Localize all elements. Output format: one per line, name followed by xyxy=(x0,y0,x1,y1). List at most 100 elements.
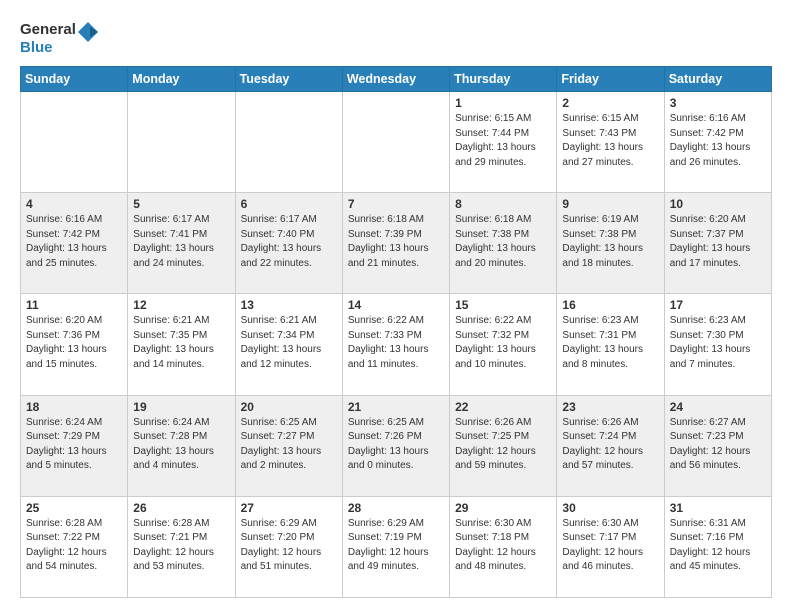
calendar-cell: 15 Sunrise: 6:22 AM Sunset: 7:32 PM Dayli… xyxy=(450,294,557,395)
day-number: 31 xyxy=(670,501,766,515)
weekday-header-sunday: Sunday xyxy=(21,67,128,92)
calendar-cell: 2 Sunrise: 6:15 AM Sunset: 7:43 PM Daylig… xyxy=(557,92,664,193)
day-number: 17 xyxy=(670,298,766,312)
day-number: 3 xyxy=(670,96,766,110)
day-number: 5 xyxy=(133,197,229,211)
calendar-cell: 23 Sunrise: 6:26 AM Sunset: 7:24 PM Dayli… xyxy=(557,395,664,496)
calendar-cell: 4Sunrise: 6:16 AM Sunset: 7:42 PM Daylig… xyxy=(21,193,128,294)
day-number: 20 xyxy=(241,400,337,414)
day-info: Sunrise: 6:26 AM Sunset: 7:24 PM Dayligh… xyxy=(562,416,658,474)
day-info: Sunrise: 6:29 AM Sunset: 7:20 PM Dayligh… xyxy=(241,517,337,575)
day-info: Sunrise: 6:30 AM Sunset: 7:18 PM Dayligh… xyxy=(455,517,551,575)
day-number: 10 xyxy=(670,197,766,211)
weekday-header-thursday: Thursday xyxy=(450,67,557,92)
logo: General Blue xyxy=(20,18,100,56)
day-info: Sunrise: 6:28 AM Sunset: 7:22 PM Dayligh… xyxy=(26,517,122,575)
day-number: 14 xyxy=(348,298,444,312)
day-info: Sunrise: 6:19 AM Sunset: 7:38 PM Dayligh… xyxy=(562,213,658,271)
calendar-cell: 20 Sunrise: 6:25 AM Sunset: 7:27 PM Dayli… xyxy=(235,395,342,496)
calendar-week-row: 25 Sunrise: 6:28 AM Sunset: 7:22 PM Dayli… xyxy=(21,496,772,597)
day-info: Sunrise: 6:16 AM Sunset: 7:42 PM Dayligh… xyxy=(670,112,766,170)
day-info: Sunrise: 6:27 AM Sunset: 7:23 PM Dayligh… xyxy=(670,416,766,474)
day-number: 24 xyxy=(670,400,766,414)
day-number: 12 xyxy=(133,298,229,312)
day-number: 26 xyxy=(133,501,229,515)
calendar-cell: 10 Sunrise: 6:20 AM Sunset: 7:37 PM Dayli… xyxy=(664,193,771,294)
day-info: Sunrise: 6:31 AM Sunset: 7:16 PM Dayligh… xyxy=(670,517,766,575)
day-number: 11 xyxy=(26,298,122,312)
calendar-cell: 16 Sunrise: 6:23 AM Sunset: 7:31 PM Dayli… xyxy=(557,294,664,395)
day-number: 22 xyxy=(455,400,551,414)
day-info: Sunrise: 6:28 AM Sunset: 7:21 PM Dayligh… xyxy=(133,517,229,575)
calendar-cell: 19 Sunrise: 6:24 AM Sunset: 7:28 PM Dayli… xyxy=(128,395,235,496)
calendar-cell: 9Sunrise: 6:19 AM Sunset: 7:38 PM Daylig… xyxy=(557,193,664,294)
day-number: 30 xyxy=(562,501,658,515)
calendar-cell: 27 Sunrise: 6:29 AM Sunset: 7:20 PM Dayli… xyxy=(235,496,342,597)
calendar-cell xyxy=(342,92,449,193)
page: General Blue SundayMondayTuesdayWednesda… xyxy=(0,0,792,612)
calendar-cell xyxy=(21,92,128,193)
day-info: Sunrise: 6:24 AM Sunset: 7:29 PM Dayligh… xyxy=(26,416,122,474)
day-number: 6 xyxy=(241,197,337,211)
calendar-cell xyxy=(235,92,342,193)
svg-text:General: General xyxy=(20,21,76,38)
weekday-header-saturday: Saturday xyxy=(664,67,771,92)
day-number: 7 xyxy=(348,197,444,211)
calendar-table: SundayMondayTuesdayWednesdayThursdayFrid… xyxy=(20,66,772,598)
calendar-cell: 18 Sunrise: 6:24 AM Sunset: 7:29 PM Dayli… xyxy=(21,395,128,496)
day-number: 2 xyxy=(562,96,658,110)
day-number: 8 xyxy=(455,197,551,211)
day-number: 13 xyxy=(241,298,337,312)
calendar-cell: 21Sunrise: 6:25 AM Sunset: 7:26 PM Dayli… xyxy=(342,395,449,496)
day-info: Sunrise: 6:20 AM Sunset: 7:36 PM Dayligh… xyxy=(26,314,122,372)
day-info: Sunrise: 6:25 AM Sunset: 7:27 PM Dayligh… xyxy=(241,416,337,474)
day-number: 27 xyxy=(241,501,337,515)
calendar-cell: 22 Sunrise: 6:26 AM Sunset: 7:25 PM Dayli… xyxy=(450,395,557,496)
weekday-header-wednesday: Wednesday xyxy=(342,67,449,92)
header: General Blue xyxy=(20,18,772,56)
day-info: Sunrise: 6:22 AM Sunset: 7:32 PM Dayligh… xyxy=(455,314,551,372)
calendar-cell: 5 Sunrise: 6:17 AM Sunset: 7:41 PM Daylig… xyxy=(128,193,235,294)
day-number: 19 xyxy=(133,400,229,414)
day-info: Sunrise: 6:23 AM Sunset: 7:30 PM Dayligh… xyxy=(670,314,766,372)
calendar-week-row: 18 Sunrise: 6:24 AM Sunset: 7:29 PM Dayli… xyxy=(21,395,772,496)
svg-text:Blue: Blue xyxy=(20,39,53,56)
day-info: Sunrise: 6:23 AM Sunset: 7:31 PM Dayligh… xyxy=(562,314,658,372)
calendar-cell: 24 Sunrise: 6:27 AM Sunset: 7:23 PM Dayli… xyxy=(664,395,771,496)
calendar-cell: 13Sunrise: 6:21 AM Sunset: 7:34 PM Dayli… xyxy=(235,294,342,395)
day-number: 23 xyxy=(562,400,658,414)
calendar-cell: 11 Sunrise: 6:20 AM Sunset: 7:36 PM Dayli… xyxy=(21,294,128,395)
day-info: Sunrise: 6:15 AM Sunset: 7:44 PM Dayligh… xyxy=(455,112,551,170)
day-info: Sunrise: 6:15 AM Sunset: 7:43 PM Dayligh… xyxy=(562,112,658,170)
day-info: Sunrise: 6:29 AM Sunset: 7:19 PM Dayligh… xyxy=(348,517,444,575)
day-number: 25 xyxy=(26,501,122,515)
day-info: Sunrise: 6:30 AM Sunset: 7:17 PM Dayligh… xyxy=(562,517,658,575)
day-info: Sunrise: 6:25 AM Sunset: 7:26 PM Dayligh… xyxy=(348,416,444,474)
day-info: Sunrise: 6:18 AM Sunset: 7:39 PM Dayligh… xyxy=(348,213,444,271)
weekday-header-row: SundayMondayTuesdayWednesdayThursdayFrid… xyxy=(21,67,772,92)
calendar-cell: 6Sunrise: 6:17 AM Sunset: 7:40 PM Daylig… xyxy=(235,193,342,294)
day-number: 16 xyxy=(562,298,658,312)
day-info: Sunrise: 6:20 AM Sunset: 7:37 PM Dayligh… xyxy=(670,213,766,271)
day-info: Sunrise: 6:24 AM Sunset: 7:28 PM Dayligh… xyxy=(133,416,229,474)
day-number: 1 xyxy=(455,96,551,110)
calendar-cell: 29 Sunrise: 6:30 AM Sunset: 7:18 PM Dayli… xyxy=(450,496,557,597)
day-number: 18 xyxy=(26,400,122,414)
calendar-cell: 3 Sunrise: 6:16 AM Sunset: 7:42 PM Daylig… xyxy=(664,92,771,193)
day-number: 4 xyxy=(26,197,122,211)
calendar-cell: 30 Sunrise: 6:30 AM Sunset: 7:17 PM Dayli… xyxy=(557,496,664,597)
calendar-cell: 12Sunrise: 6:21 AM Sunset: 7:35 PM Dayli… xyxy=(128,294,235,395)
day-info: Sunrise: 6:26 AM Sunset: 7:25 PM Dayligh… xyxy=(455,416,551,474)
calendar-cell: 26 Sunrise: 6:28 AM Sunset: 7:21 PM Dayli… xyxy=(128,496,235,597)
calendar-week-row: 4Sunrise: 6:16 AM Sunset: 7:42 PM Daylig… xyxy=(21,193,772,294)
generalblue-logo: General Blue xyxy=(20,18,100,56)
day-info: Sunrise: 6:17 AM Sunset: 7:41 PM Dayligh… xyxy=(133,213,229,271)
calendar-cell: 8Sunrise: 6:18 AM Sunset: 7:38 PM Daylig… xyxy=(450,193,557,294)
day-number: 15 xyxy=(455,298,551,312)
weekday-header-monday: Monday xyxy=(128,67,235,92)
weekday-header-friday: Friday xyxy=(557,67,664,92)
calendar-cell: 14Sunrise: 6:22 AM Sunset: 7:33 PM Dayli… xyxy=(342,294,449,395)
calendar-week-row: 1 Sunrise: 6:15 AM Sunset: 7:44 PM Daylig… xyxy=(21,92,772,193)
day-number: 28 xyxy=(348,501,444,515)
day-number: 29 xyxy=(455,501,551,515)
